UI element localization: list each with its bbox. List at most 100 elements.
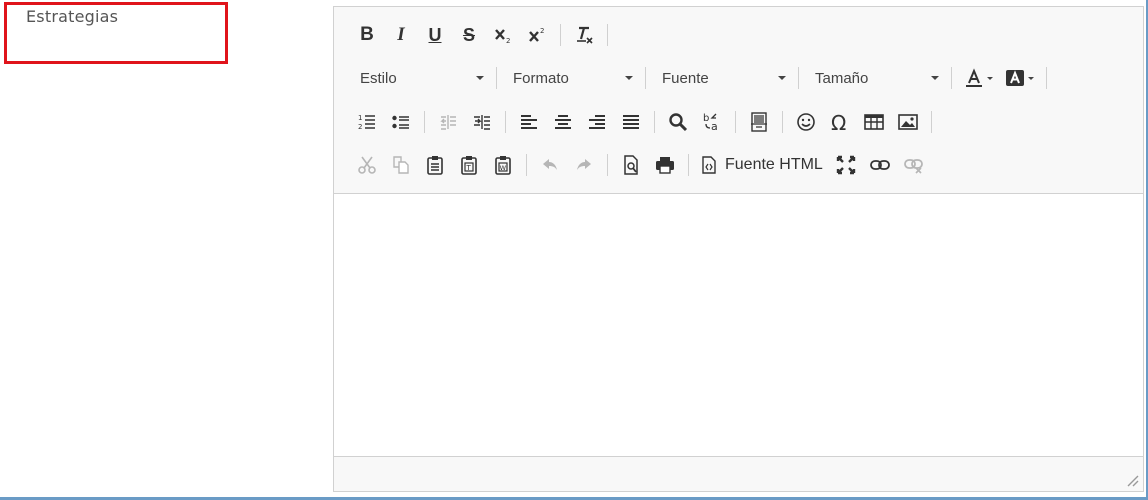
bulleted-list-button[interactable] <box>384 107 418 137</box>
bold-button[interactable]: B <box>350 20 384 50</box>
table-button[interactable] <box>857 107 891 137</box>
image-icon <box>898 114 918 130</box>
unlink-button[interactable] <box>897 150 931 180</box>
redo-button[interactable] <box>567 150 601 180</box>
toolbar-row-clipboard: T W Fuente HTML <box>350 149 931 181</box>
format-combo-label: Formato <box>513 69 569 87</box>
replace-button[interactable]: ba <box>695 107 729 137</box>
toolbar-separator <box>496 67 497 89</box>
numbered-list-icon: 12 <box>358 114 375 131</box>
paste-text-button[interactable]: T <box>452 150 486 180</box>
toolbar-separator <box>782 111 783 133</box>
toolbar-separator <box>688 154 689 176</box>
chevron-down-icon <box>778 76 786 80</box>
background-color-icon <box>1006 70 1024 86</box>
toolbar-separator <box>607 24 608 46</box>
toolbar-row-styles: Estilo Formato Fuente Tamaño <box>350 62 1053 94</box>
subscript-icon: 2 <box>495 29 510 45</box>
editor-content-area[interactable] <box>334 194 1143 457</box>
paste-icon <box>427 156 443 175</box>
svg-text:2: 2 <box>358 123 362 131</box>
paste-button[interactable] <box>418 150 452 180</box>
italic-button[interactable]: I <box>384 20 418 50</box>
strikethrough-icon: S <box>462 24 475 45</box>
toolbar-separator <box>654 111 655 133</box>
find-button[interactable] <box>661 107 695 137</box>
paste-word-button[interactable]: W <box>486 150 520 180</box>
source-button-label: Fuente HTML <box>725 156 823 173</box>
bold-icon: B <box>360 24 374 45</box>
align-left-icon <box>521 115 537 129</box>
font-combo[interactable]: Fuente <box>652 64 792 92</box>
superscript-icon: 2 <box>529 27 544 42</box>
svg-text:Ω: Ω <box>831 112 846 132</box>
link-icon <box>869 160 890 170</box>
size-combo-label: Tamaño <box>815 69 869 87</box>
redo-icon <box>577 159 591 170</box>
paste-word-icon: W <box>495 156 511 175</box>
toolbar-separator <box>607 154 608 176</box>
chevron-down-icon <box>1028 76 1034 80</box>
image-button[interactable] <box>891 107 925 137</box>
copy-icon <box>393 156 409 174</box>
underline-button[interactable]: U <box>418 20 452 50</box>
styles-combo[interactable]: Estilo <box>350 64 490 92</box>
toolbar-separator <box>505 111 506 133</box>
decrease-indent-button[interactable] <box>431 107 465 137</box>
print-button[interactable] <box>648 150 682 180</box>
resize-grip-icon[interactable] <box>1125 473 1139 487</box>
preview-icon <box>624 155 638 175</box>
search-icon <box>669 113 688 132</box>
smiley-button[interactable] <box>789 107 823 137</box>
align-left-button[interactable] <box>512 107 546 137</box>
toolbar-separator <box>526 154 527 176</box>
link-button[interactable] <box>863 150 897 180</box>
svg-text:2: 2 <box>506 37 510 45</box>
size-combo[interactable]: Tamaño <box>805 64 945 92</box>
svg-text:1: 1 <box>358 114 362 122</box>
text-color-icon <box>966 68 982 87</box>
chevron-down-icon <box>931 76 939 80</box>
svg-text:2: 2 <box>540 27 544 35</box>
chevron-down-icon <box>625 76 633 80</box>
justify-button[interactable] <box>614 107 648 137</box>
toolbar-separator <box>735 111 736 133</box>
text-color-button[interactable] <box>958 64 999 92</box>
maximize-button[interactable] <box>829 150 863 180</box>
toolbar-separator <box>645 67 646 89</box>
increase-indent-button[interactable] <box>465 107 499 137</box>
toolbar-separator <box>1046 67 1047 89</box>
justify-icon <box>623 115 639 129</box>
paste-text-icon: T <box>461 156 477 175</box>
remove-format-icon <box>577 26 593 44</box>
cut-button[interactable] <box>350 150 384 180</box>
remove-format-button[interactable] <box>567 20 601 50</box>
superscript-button[interactable]: 2 <box>520 20 554 50</box>
undo-button[interactable] <box>533 150 567 180</box>
preview-button[interactable] <box>614 150 648 180</box>
subscript-button[interactable]: 2 <box>486 20 520 50</box>
page-break-button[interactable] <box>742 107 776 137</box>
strikethrough-button[interactable]: S <box>452 20 486 50</box>
align-center-icon <box>555 115 571 129</box>
page-break-icon <box>751 112 767 132</box>
toolbar-separator <box>951 67 952 89</box>
toolbar-row-basic-styles: B I U S 2 2 <box>350 19 614 51</box>
align-center-button[interactable] <box>546 107 580 137</box>
copy-button[interactable] <box>384 150 418 180</box>
editor-status-bar <box>334 456 1143 491</box>
format-combo[interactable]: Formato <box>503 64 639 92</box>
outdent-icon <box>440 115 456 130</box>
background-color-button[interactable] <box>999 64 1040 92</box>
chevron-down-icon <box>476 76 484 80</box>
undo-icon <box>543 159 557 170</box>
align-right-button[interactable] <box>580 107 614 137</box>
special-char-button[interactable]: Ω <box>823 107 857 137</box>
print-icon <box>656 157 674 174</box>
indent-icon <box>474 115 490 130</box>
numbered-list-button[interactable]: 12 <box>350 107 384 137</box>
unlink-icon <box>903 159 923 174</box>
source-code-icon <box>702 156 716 174</box>
source-button[interactable]: Fuente HTML <box>695 151 829 179</box>
toolbar-separator <box>560 24 561 46</box>
